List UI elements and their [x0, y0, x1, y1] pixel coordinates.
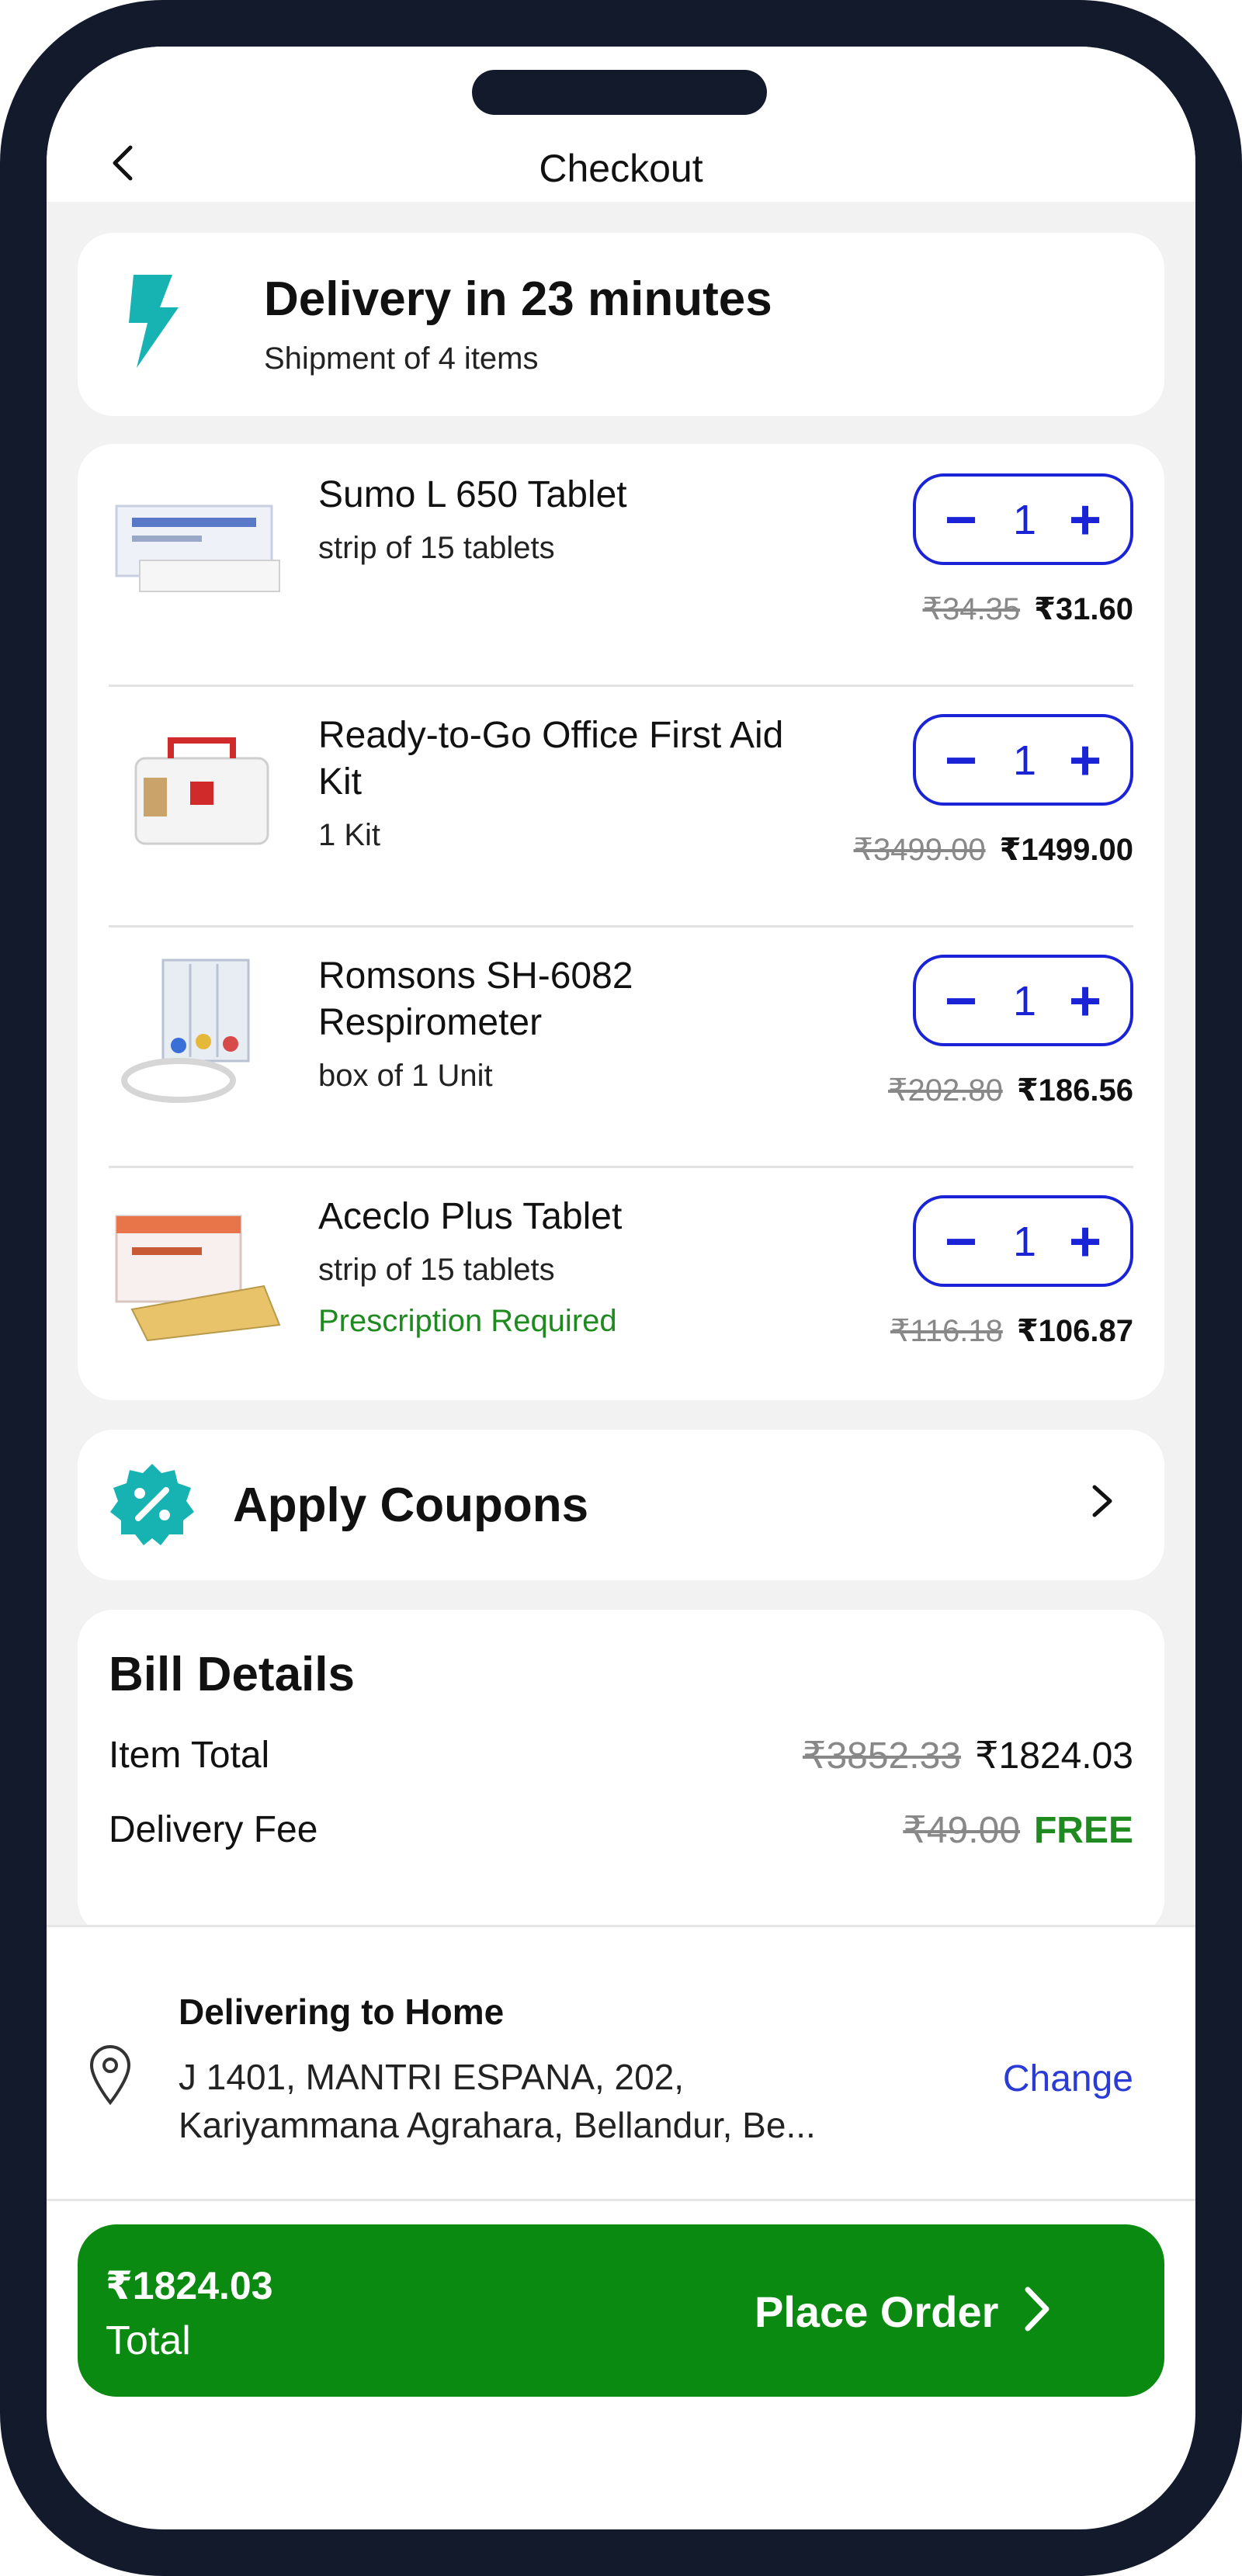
product-image: [115, 1215, 281, 1342]
increase-quantity-button[interactable]: +: [1054, 962, 1116, 1040]
item-total-label: Item Total: [109, 1735, 270, 1776]
item-price: ₹106.87: [1016, 1314, 1133, 1348]
item-unit: 1 Kit: [318, 818, 381, 852]
item-name: Ready-to-Go Office First Aid Kit: [318, 715, 784, 803]
delivery-card: Delivery in 23 minutes Shipment of 4 ite…: [78, 233, 1164, 416]
phone-frame: Checkout Delivery in 23 minutes Shipment…: [0, 0, 1242, 2576]
delivery-fee-amount: FREE: [1033, 1810, 1133, 1851]
item-price: ₹1499.00: [999, 833, 1133, 867]
item-total-values: ₹3852.33 ₹1824.03: [803, 1734, 1133, 1777]
cart-item: Aceclo Plus Tablet strip of 15 tablets P…: [109, 1166, 1133, 1406]
address-text: J 1401, MANTRI ESPANA, 202, Kariyammana …: [179, 2053, 893, 2149]
discount-badge-icon: [110, 1464, 194, 1545]
cart-item: Sumo L 650 Tablet strip of 15 tablets − …: [109, 444, 1133, 687]
delivery-fee-label: Delivery Fee: [109, 1809, 318, 1850]
item-unit: strip of 15 tablets: [318, 531, 555, 565]
item-prices: ₹3499.00 ₹1499.00: [854, 832, 1133, 868]
quantity-stepper: − 1 +: [913, 714, 1133, 806]
item-name: Romsons SH-6082 Respirometer: [318, 955, 633, 1043]
bill-details-card: Bill Details Item Total ₹3852.33 ₹1824.03…: [78, 1610, 1164, 1925]
delivery-title: Delivery in 23 minutes: [264, 272, 772, 326]
location-pin-icon: [89, 2045, 131, 2106]
address-line-1: J 1401, MANTRI ESPANA, 202,: [179, 2057, 685, 2097]
item-name: Sumo L 650 Tablet: [318, 474, 627, 515]
address-title: Delivering to Home: [179, 1992, 505, 2032]
item-total-mrp: ₹3852.33: [802, 1735, 961, 1777]
delivery-fee-values: ₹49.00 FREE: [903, 1808, 1133, 1852]
increase-quantity-button[interactable]: +: [1054, 722, 1116, 799]
product-image: [121, 959, 250, 1103]
address-line-2: Kariyammana Agrahara, Bellandur, Be...: [179, 2105, 816, 2145]
item-mrp: ₹116.18: [890, 1314, 1003, 1348]
item-prices: ₹116.18 ₹106.87: [890, 1313, 1133, 1349]
increase-quantity-button[interactable]: +: [1054, 1203, 1116, 1281]
order-total-amount: ₹1824.03: [106, 2264, 273, 2307]
delivery-fee-mrp: ₹49.00: [903, 1810, 1020, 1851]
item-total-amount: ₹1824.03: [974, 1735, 1133, 1777]
quantity-stepper: − 1 +: [913, 1195, 1133, 1287]
camera-notch: [472, 70, 767, 115]
prescription-required-label: Prescription Required: [318, 1304, 617, 1338]
item-unit: box of 1 Unit: [318, 1059, 493, 1093]
change-address-link[interactable]: Change: [1003, 2058, 1133, 2100]
apply-coupons-row[interactable]: Apply Coupons: [78, 1430, 1164, 1580]
chevron-right-icon: [1087, 1478, 1118, 1534]
place-order-button[interactable]: ₹1824.03 Total Place Order: [78, 2224, 1164, 2397]
item-unit: strip of 15 tablets: [318, 1253, 555, 1287]
item-prices: ₹34.35 ₹31.60: [923, 591, 1133, 627]
quantity-stepper: − 1 +: [913, 473, 1133, 565]
delivery-address-bar: Delivering to Home J 1401, MANTRI ESPANA…: [47, 1925, 1195, 2201]
delivery-subtitle: Shipment of 4 items: [264, 342, 539, 376]
item-mrp: ₹3499.00: [853, 833, 986, 867]
cart-item: Romsons SH-6082 Respirometer box of 1 Un…: [109, 925, 1133, 1168]
decrease-quantity-button[interactable]: −: [930, 481, 992, 559]
quantity-value: 1: [1012, 497, 1037, 543]
place-order-label: Place Order: [755, 2287, 999, 2336]
cart-item: Ready-to-Go Office First Aid Kit 1 Kit −…: [109, 685, 1133, 927]
page-title: Checkout: [539, 147, 703, 190]
order-total-label: Total: [106, 2318, 191, 2363]
quantity-value: 1: [1012, 1219, 1037, 1265]
bill-details-title: Bill Details: [109, 1648, 355, 1701]
chevron-right-icon: [1025, 2287, 1049, 2332]
product-image: [134, 737, 269, 845]
item-prices: ₹202.80 ₹186.56: [888, 1073, 1133, 1108]
decrease-quantity-button[interactable]: −: [930, 962, 992, 1040]
checkout-content: Delivery in 23 minutes Shipment of 4 ite…: [47, 202, 1195, 1925]
app-screen: Checkout Delivery in 23 minutes Shipment…: [47, 47, 1195, 2529]
decrease-quantity-button[interactable]: −: [930, 1203, 992, 1281]
item-mrp: ₹202.80: [888, 1073, 1003, 1108]
quantity-value: 1: [1012, 978, 1037, 1025]
item-price: ₹31.60: [1034, 592, 1133, 626]
item-price: ₹186.56: [1016, 1073, 1133, 1108]
increase-quantity-button[interactable]: +: [1054, 481, 1116, 559]
cart-items-card: Sumo L 650 Tablet strip of 15 tablets − …: [78, 444, 1164, 1400]
item-name: Aceclo Plus Tablet: [318, 1196, 623, 1237]
product-image: [115, 504, 280, 592]
apply-coupons-label: Apply Coupons: [233, 1479, 589, 1532]
item-mrp: ₹34.35: [922, 592, 1021, 626]
quantity-stepper: − 1 +: [913, 955, 1133, 1046]
quantity-value: 1: [1012, 737, 1037, 784]
lightning-bolt-icon: [129, 275, 179, 368]
decrease-quantity-button[interactable]: −: [930, 722, 992, 799]
